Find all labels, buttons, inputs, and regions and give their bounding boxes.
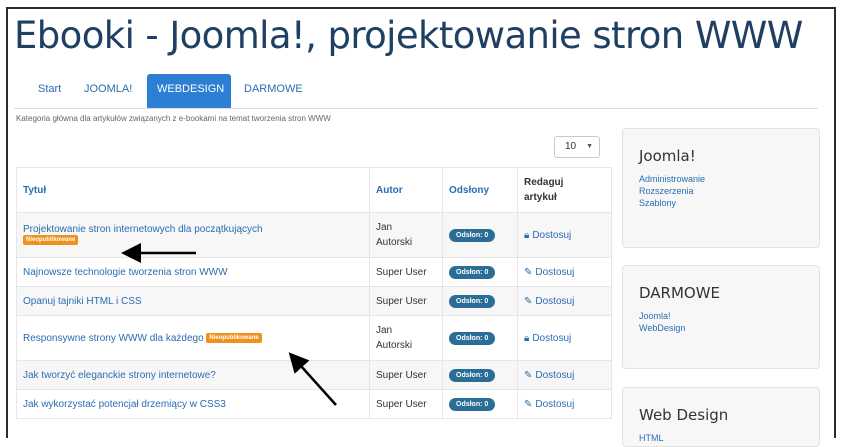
edit-link-label: Dostosuj	[532, 229, 572, 241]
article-title-link[interactable]: Opanuj tajniki HTML i CSS	[23, 296, 142, 307]
tab-webdesign[interactable]: WEBDESIGN	[147, 74, 231, 108]
table-header-row: Tytuł Autor Odsłony Redaguj artykuł	[16, 167, 612, 213]
edit-icon: ✎	[524, 398, 533, 410]
chevron-down-icon: ▼	[586, 143, 593, 150]
sidebar-module-darmowe: DARMOWE Joomla! WebDesign	[622, 265, 820, 369]
article-title-link[interactable]: Responsywne strony WWW dla każdego	[23, 333, 204, 344]
edit-link[interactable]: ✎ Dostosuj	[524, 399, 574, 410]
sidebar-link-webdesign[interactable]: WebDesign	[639, 322, 803, 334]
column-edit-header: Redaguj artykuł	[517, 167, 612, 213]
column-title-header[interactable]: Tytuł	[16, 167, 370, 213]
sidebar-link-szablony[interactable]: Szablony	[639, 197, 803, 209]
edit-icon: ✎	[524, 266, 533, 278]
per-page-value: 10	[565, 141, 577, 152]
sidebar-module-joomla: Joomla! Administrowanie Rozszerzenia Sza…	[622, 128, 820, 248]
hits-badge: Odsłon: 0	[449, 228, 496, 242]
author-cell: Super User	[369, 360, 443, 390]
author-cell: Jan Autorski	[369, 212, 443, 258]
hits-badge: Odsłon: 0	[449, 331, 496, 345]
author-line2: Autorski	[376, 340, 413, 351]
table-row: Jak wykorzystać potencjał drzemiący w CS…	[16, 389, 612, 419]
article-title-link[interactable]: Najnowsze technologie tworzenia stron WW…	[23, 267, 228, 278]
hits-badge: Odsłon: 0	[449, 368, 496, 382]
author-line2: Autorski	[376, 237, 413, 248]
module-title: Web Design	[639, 406, 729, 424]
author-line1: Jan	[376, 222, 393, 233]
sidebar-link-administrowanie[interactable]: Administrowanie	[639, 173, 803, 185]
edit-link-label: Dostosuj	[535, 369, 575, 381]
tab-darmowe[interactable]: DARMOWE	[234, 74, 313, 108]
article-title-link[interactable]: Projektowanie stron internetowych dla po…	[23, 224, 263, 235]
column-author-header[interactable]: Autor	[369, 167, 443, 213]
category-tabs: Start JOOMLA! WEBDESIGN DARMOWE	[14, 74, 818, 109]
edit-link[interactable]: ✎ Dostosuj	[524, 370, 574, 381]
sidebar-link-html[interactable]: HTML	[639, 432, 803, 444]
author-cell: Super User	[369, 286, 443, 316]
edit-link[interactable]: ✎ Dostosuj	[524, 267, 574, 278]
edit-link-label: Dostosuj	[535, 398, 575, 410]
edit-link[interactable]: ✎ Dostosuj	[524, 296, 574, 307]
lock-icon: 🔒︎	[524, 229, 530, 241]
edit-header-line2: artykuł	[524, 192, 557, 203]
page-title: Ebooki - Joomla!, projektowanie stron WW…	[14, 14, 803, 57]
sidebar-link-joomla[interactable]: Joomla!	[639, 310, 803, 322]
hits-badge: Odsłon: 0	[449, 397, 496, 411]
edit-link-label: Dostosuj	[535, 295, 575, 307]
edit-link[interactable]: 🔒︎ Dostosuj	[524, 230, 571, 241]
unpublished-badge: Nieopublikowane	[23, 235, 79, 246]
tab-joomla[interactable]: JOOMLA!	[74, 74, 142, 108]
table-row: Projektowanie stron internetowych dla po…	[16, 212, 612, 258]
per-page-select[interactable]: 10 ▼	[554, 136, 600, 158]
category-description: Kategoria główna dla artykułów związanyc…	[16, 114, 331, 123]
table-row: Responsywne strony WWW dla każdego Nieop…	[16, 315, 612, 361]
edit-link-label: Dostosuj	[535, 266, 575, 278]
edit-link[interactable]: 🔒︎ Dostosuj	[524, 333, 571, 344]
sidebar-link-rozszerzenia[interactable]: Rozszerzenia	[639, 185, 803, 197]
author-cell: Jan Autorski	[369, 315, 443, 361]
article-title-link[interactable]: Jak tworzyć eleganckie strony internetow…	[23, 370, 216, 381]
sidebar-module-webdesign: Web Design HTML	[622, 387, 820, 447]
edit-link-label: Dostosuj	[532, 332, 572, 344]
unpublished-badge: Nieopublikowane	[206, 332, 262, 343]
module-title: DARMOWE	[639, 284, 721, 302]
hits-badge: Odsłon: 0	[449, 265, 496, 279]
column-hits-header[interactable]: Odsłony	[442, 167, 518, 213]
table-row: Najnowsze technologie tworzenia stron WW…	[16, 257, 612, 287]
author-line1: Jan	[376, 325, 393, 336]
hits-badge: Odsłon: 0	[449, 294, 496, 308]
author-cell: Super User	[369, 389, 443, 419]
table-row: Opanuj tajniki HTML i CSS Super User Ods…	[16, 286, 612, 316]
module-title: Joomla!	[639, 147, 696, 165]
edit-icon: ✎	[524, 369, 533, 381]
table-row: Jak tworzyć eleganckie strony internetow…	[16, 360, 612, 390]
edit-header-line1: Redaguj	[524, 177, 564, 188]
lock-icon: 🔒︎	[524, 332, 530, 344]
articles-table: Tytuł Autor Odsłony Redaguj artykuł Proj…	[16, 167, 612, 419]
tab-start[interactable]: Start	[28, 74, 71, 108]
edit-icon: ✎	[524, 295, 533, 307]
author-cell: Super User	[369, 257, 443, 287]
article-title-link[interactable]: Jak wykorzystać potencjał drzemiący w CS…	[23, 399, 226, 410]
